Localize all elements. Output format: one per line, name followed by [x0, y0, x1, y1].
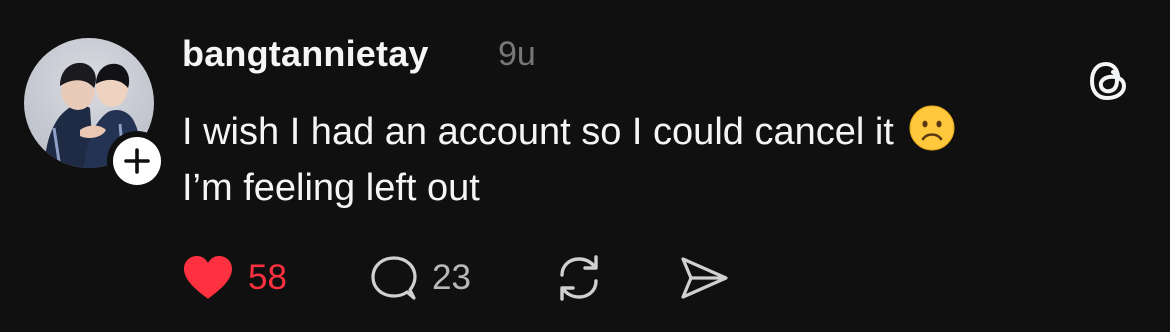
like-count: 58 [248, 258, 287, 297]
send-icon [681, 257, 728, 299]
post-time: 9u [498, 35, 536, 73]
heart-icon [184, 256, 232, 299]
share-button[interactable] [678, 250, 730, 306]
frowning-face-emoji-icon [909, 105, 955, 151]
threads-logo[interactable] [1084, 56, 1134, 106]
threads-post: bangtannietay 9u I wish I had an account… [0, 0, 1170, 332]
post-text-line-2: I’m feeling left out [182, 167, 480, 209]
username[interactable]: bangtannietay [182, 33, 429, 75]
follow-button-inner [113, 137, 161, 185]
speech-bubble-icon [371, 256, 417, 300]
post-text-line-1: I wish I had an account so I could cance… [182, 104, 1142, 160]
repost-button[interactable] [552, 250, 606, 306]
like-button[interactable]: 58 [182, 250, 287, 306]
post-text: I wish I had an account so I could cance… [182, 104, 1142, 216]
follow-button[interactable] [107, 131, 167, 191]
post-text-line-1-content: I wish I had an account so I could cance… [182, 111, 894, 153]
reply-button[interactable]: 23 [370, 250, 471, 306]
plus-icon [124, 148, 150, 174]
avatar-container[interactable] [24, 38, 167, 191]
reply-count: 23 [432, 258, 471, 297]
repost-icon [560, 255, 598, 301]
